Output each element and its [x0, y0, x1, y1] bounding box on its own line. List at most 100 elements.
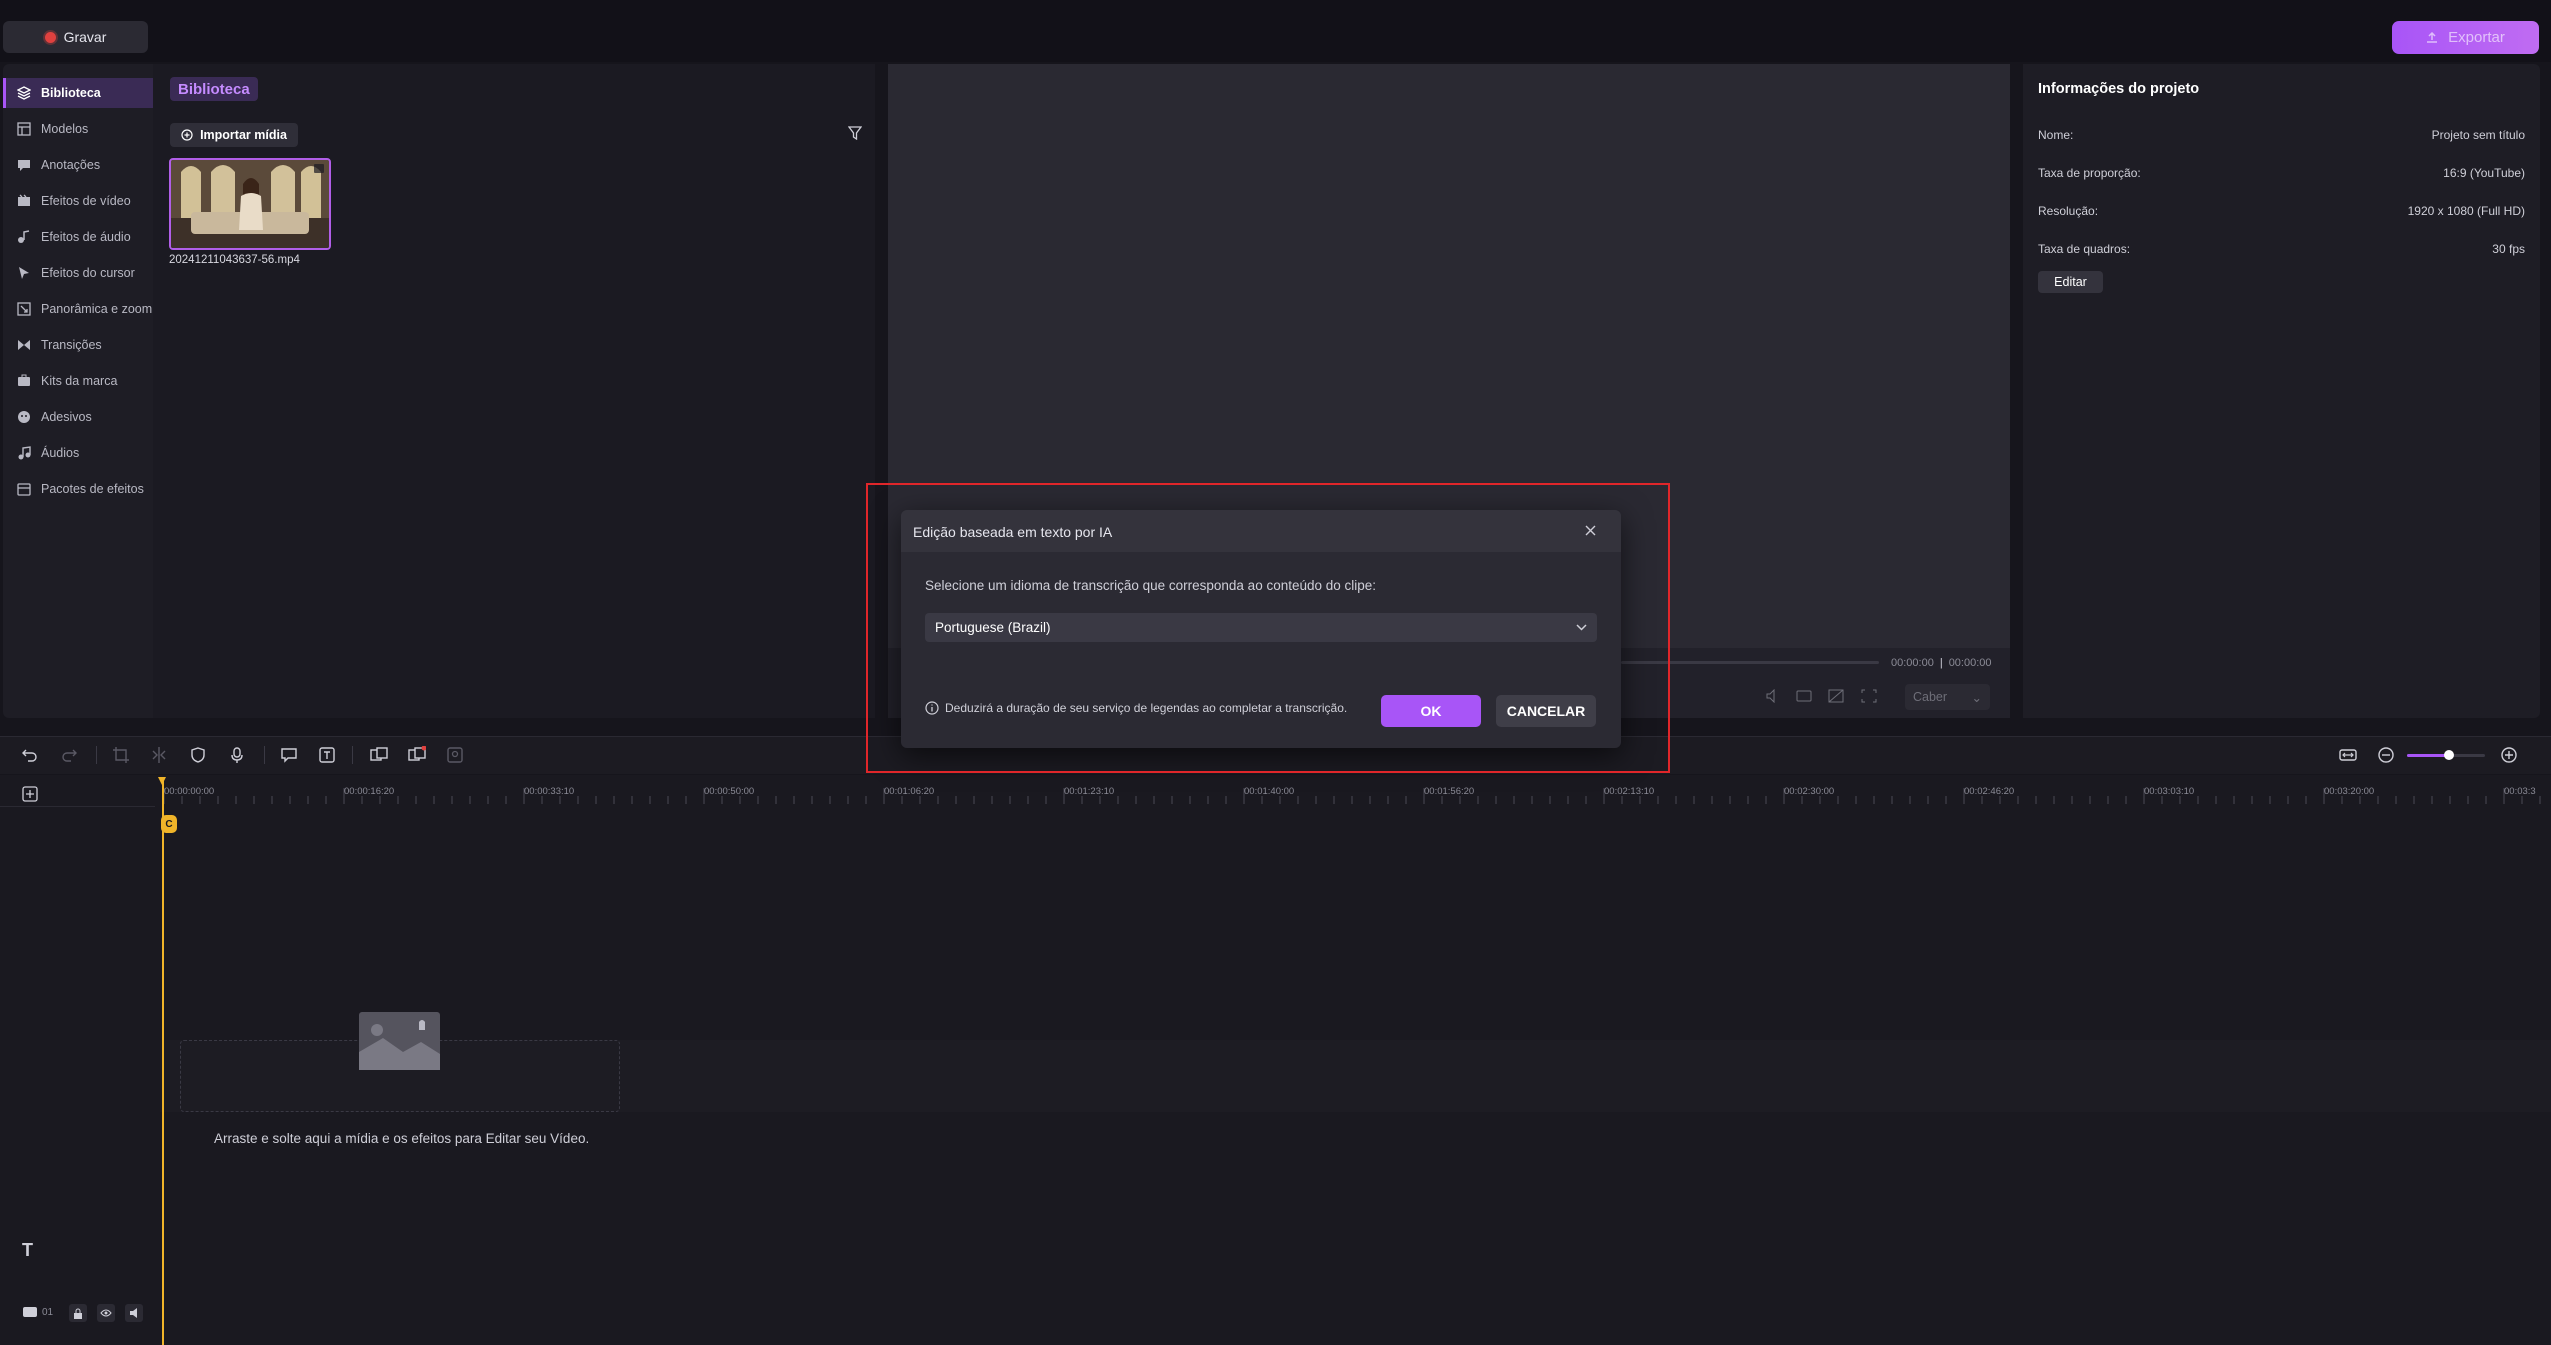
- caption-icon[interactable]: [280, 746, 298, 764]
- toolbar-divider: [352, 746, 353, 764]
- brand-kit-icon: [18, 374, 30, 386]
- time-total: 00:00:00: [1948, 657, 1992, 669]
- ai-tools-icon[interactable]: [408, 746, 426, 764]
- sidebar-item-adesivos[interactable]: Adesivos: [3, 402, 153, 432]
- ruler-tick-label: 00:00:00:00: [164, 786, 215, 797]
- sidebar-item-kits-marca[interactable]: Kits da marca: [3, 366, 153, 396]
- sidebar-item-modelos[interactable]: Modelos: [3, 114, 153, 144]
- ruler-tick-label: 00:01:06:20: [884, 786, 935, 797]
- fit-timeline-icon[interactable]: [2339, 746, 2357, 764]
- sidebar-item-efeitos-audio[interactable]: Efeitos de áudio: [3, 222, 153, 252]
- sidebar-item-pacotes-efeitos[interactable]: Pacotes de efeitos: [3, 474, 153, 504]
- playhead[interactable]: [162, 778, 164, 1345]
- track-header-divider: [0, 806, 155, 807]
- lock-icon: [74, 1308, 82, 1319]
- sidebar-item-efeitos-video[interactable]: Efeitos de vídeo: [3, 186, 153, 216]
- zoom-out-icon[interactable]: [2377, 746, 2395, 764]
- tab-biblioteca[interactable]: Biblioteca: [170, 77, 258, 101]
- annotation-icon: [18, 160, 30, 171]
- transition-icon: [18, 340, 30, 350]
- ruler-tick-label: 00:00:50:00: [704, 786, 755, 797]
- project-row-framerate: Taxa de quadros: 30 fps: [2038, 242, 2525, 256]
- export-button[interactable]: Exportar: [2392, 21, 2539, 54]
- quality-icon[interactable]: [1796, 689, 1812, 703]
- sidebar-item-label: Panorâmica e zoom: [41, 302, 153, 316]
- sidebar-item-efeitos-cursor[interactable]: Efeitos do cursor: [3, 258, 153, 288]
- plus-circle-icon: [181, 129, 193, 141]
- chevron-down-icon: ⌄: [1971, 690, 1982, 705]
- fullscreen-icon[interactable]: [1861, 689, 1877, 703]
- filter-icon[interactable]: [848, 126, 862, 140]
- preview-time: 00:00:00 | 00:00:00: [1891, 657, 1992, 669]
- microphone-icon[interactable]: [228, 746, 246, 764]
- sidebar-item-label: Efeitos de áudio: [41, 230, 131, 244]
- crop-icon[interactable]: [112, 746, 130, 764]
- sidebar-item-label: Efeitos do cursor: [41, 266, 135, 280]
- project-row-resolution: Resolução: 1920 x 1080 (Full HD): [2038, 204, 2525, 218]
- effects-pack-icon: [17, 483, 31, 496]
- sticker-icon: [18, 411, 30, 423]
- sidebar-item-biblioteca[interactable]: Biblioteca: [3, 78, 153, 108]
- video-effects-icon: [18, 194, 30, 206]
- sidebar-item-label: Biblioteca: [41, 86, 101, 100]
- ruler-tick-label: 00:02:13:10: [1604, 786, 1655, 797]
- sidebar-item-transicoes[interactable]: Transições: [3, 330, 153, 360]
- sidebar-item-label: Transições: [41, 338, 102, 352]
- fit-select[interactable]: Caber ⌄: [1905, 684, 1990, 710]
- export-label: Exportar: [2448, 29, 2505, 46]
- text-track-icon[interactable]: T: [22, 1240, 33, 1261]
- shield-icon[interactable]: [189, 746, 207, 764]
- visibility-track-button[interactable]: [97, 1304, 115, 1322]
- record-button[interactable]: Gravar: [3, 21, 148, 53]
- playhead-handle[interactable]: C: [161, 815, 177, 833]
- top-bar: [0, 0, 2551, 62]
- ruler-tick-label: 00:01:56:20: [1424, 786, 1475, 797]
- redo-icon[interactable]: [60, 746, 78, 764]
- highlight-box: [866, 483, 1670, 773]
- text-box-icon[interactable]: [318, 746, 336, 764]
- audio-effects-icon: [18, 230, 30, 243]
- ruler-tick-label: 00:00:16:20: [344, 786, 395, 797]
- ai-text-edit-icon[interactable]: [370, 746, 388, 764]
- toolbar-divider: [96, 746, 97, 764]
- undo-icon[interactable]: [21, 746, 39, 764]
- record-label: Gravar: [63, 29, 107, 45]
- zoom-slider[interactable]: [2407, 750, 2485, 760]
- row-value: Projeto sem título: [2431, 128, 2525, 142]
- safe-zone-icon[interactable]: [1828, 689, 1844, 703]
- row-label: Resolução:: [2038, 204, 2099, 218]
- image-placeholder-icon: [359, 1012, 440, 1070]
- sidebar-item-audios[interactable]: Áudios: [3, 438, 153, 468]
- import-media-label: Importar mídia: [200, 128, 287, 142]
- sidebar-item-label: Adesivos: [41, 410, 92, 424]
- ruler-tick-label: 00:03:3: [2504, 786, 2536, 797]
- track-number: 01: [42, 1306, 54, 1318]
- row-label: Nome:: [2038, 128, 2074, 142]
- mute-track-button[interactable]: [125, 1304, 143, 1322]
- row-value: 1920 x 1080 (Full HD): [2407, 204, 2525, 218]
- sidebar-item-label: Kits da marca: [41, 374, 118, 388]
- import-media-button[interactable]: Importar mídia: [170, 123, 298, 147]
- edit-project-button[interactable]: Editar: [2038, 271, 2103, 293]
- ruler-tick-label: 00:00:33:10: [524, 786, 575, 797]
- zoom-slider-handle[interactable]: [2444, 750, 2454, 760]
- layers-icon: [17, 86, 31, 100]
- time-current: 00:00:00: [1891, 657, 1934, 669]
- media-thumbnail[interactable]: [169, 158, 331, 250]
- volume-icon[interactable]: [1766, 689, 1782, 703]
- zoom-in-icon[interactable]: [2500, 746, 2518, 764]
- split-icon[interactable]: [150, 746, 168, 764]
- cursor-icon: [19, 267, 29, 279]
- ruler-tick-label: 00:02:30:00: [1784, 786, 1835, 797]
- sidebar-item-label: Modelos: [41, 122, 89, 136]
- add-track-icon[interactable]: [22, 786, 38, 802]
- fit-label: Caber: [1913, 690, 1948, 704]
- lock-track-button[interactable]: [69, 1304, 87, 1322]
- ruler-tick-label: 00:01:40:00: [1244, 786, 1295, 797]
- template-icon: [17, 122, 31, 136]
- sidebar-item-panoramica-zoom[interactable]: Panorâmica e zoom: [3, 294, 153, 324]
- avatar-icon[interactable]: [446, 746, 464, 764]
- sidebar-item-anotacoes[interactable]: Anotações: [3, 150, 153, 180]
- zoom-slider-fill: [2407, 754, 2449, 757]
- sidebar-item-label: Anotações: [41, 158, 101, 172]
